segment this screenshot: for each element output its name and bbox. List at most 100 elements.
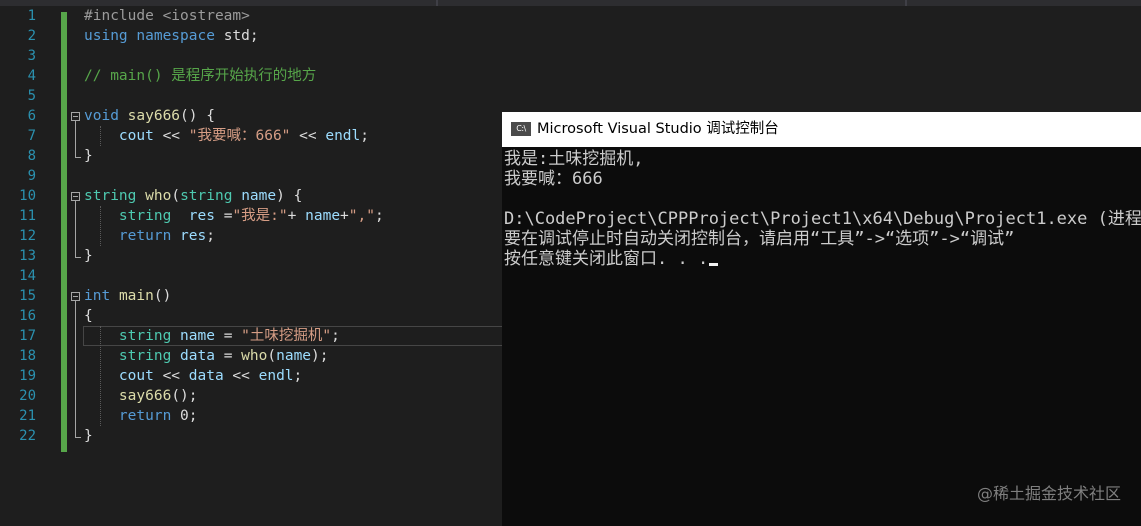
code-token: "," bbox=[348, 208, 375, 224]
fold-end bbox=[75, 257, 81, 258]
code-token: ; bbox=[360, 128, 369, 144]
watermark: @稀土掘金技术社区 bbox=[976, 484, 1121, 503]
code-token: "土味挖掘机" bbox=[241, 328, 332, 344]
code-token: who bbox=[145, 188, 172, 204]
code-token: ( bbox=[171, 188, 181, 204]
code-token: data bbox=[180, 348, 215, 364]
collapse-who-icon[interactable] bbox=[71, 192, 80, 201]
code-token: } bbox=[84, 248, 93, 264]
code-text: string name = "土味挖掘机"; bbox=[84, 326, 340, 346]
code-text: // main() 是程序开始执行的地方 bbox=[84, 66, 316, 86]
code-token: // main() 是程序开始执行的地方 bbox=[84, 68, 317, 84]
code-token: ) { bbox=[276, 188, 303, 204]
code-token: } bbox=[84, 148, 93, 164]
code-token: name bbox=[305, 208, 341, 224]
code-line: 4 // main() 是程序开始执行的地方 bbox=[0, 66, 1141, 86]
code-text: return 0; bbox=[84, 406, 198, 426]
code-token: int bbox=[84, 288, 111, 304]
line-number: 15 bbox=[19, 288, 36, 304]
collapse-main-icon[interactable] bbox=[71, 292, 80, 301]
code-token: string bbox=[84, 188, 137, 204]
code-token: << bbox=[153, 368, 189, 384]
code-token: res bbox=[188, 208, 215, 224]
code-token: return bbox=[118, 228, 172, 244]
line-number: 10 bbox=[19, 188, 36, 204]
code-token: } bbox=[84, 428, 93, 444]
cursor-icon bbox=[709, 263, 719, 266]
console-output[interactable]: 我是:土味挖掘机, 我要喊：666 D:\CodeProject\CPPProj… bbox=[502, 147, 1141, 526]
line-number: 1 bbox=[27, 8, 36, 24]
code-text: { bbox=[84, 306, 93, 326]
code-text: string res ="我是:"+ name+","; bbox=[84, 206, 384, 226]
console-line: 我要喊：666 bbox=[504, 169, 603, 189]
code-token: endl bbox=[258, 368, 294, 384]
code-token: ; bbox=[293, 368, 303, 384]
code-token: { bbox=[84, 308, 93, 324]
line-number: 2 bbox=[27, 28, 36, 44]
code-token: () bbox=[153, 288, 172, 304]
code-text: #include <iostream> bbox=[84, 6, 250, 26]
code-token: string bbox=[118, 348, 172, 364]
code-token: using bbox=[84, 28, 128, 44]
fold-guide bbox=[75, 301, 76, 437]
console-line: 我是:土味挖掘机, bbox=[504, 149, 644, 169]
line-number: 17 bbox=[19, 328, 36, 344]
code-text: string data = who(name); bbox=[84, 346, 329, 366]
code-token: ); bbox=[311, 348, 329, 364]
line-number: 20 bbox=[19, 388, 36, 404]
code-line: 1 #include <iostream> bbox=[0, 6, 1141, 26]
code-text: string who(string name) { bbox=[84, 186, 302, 206]
console-line: 要在调试停止时自动关闭控制台，请启用“工具”->“选项”->“调试” bbox=[504, 229, 1015, 249]
line-number: 21 bbox=[19, 408, 36, 424]
line-number: 14 bbox=[19, 268, 36, 284]
collapse-say666-icon[interactable] bbox=[71, 112, 80, 121]
code-token: << bbox=[153, 128, 189, 144]
line-number: 5 bbox=[27, 88, 36, 104]
code-text: int main() bbox=[84, 286, 171, 306]
code-token: name bbox=[180, 328, 215, 344]
line-number: 19 bbox=[19, 368, 36, 384]
code-token: main bbox=[118, 288, 154, 304]
console-titlebar[interactable]: C:\ Microsoft Visual Studio 调试控制台 bbox=[502, 112, 1141, 147]
code-token: cout bbox=[118, 368, 154, 384]
code-text: cout << "我要喊：666" << endl; bbox=[84, 126, 369, 146]
code-token: say666 bbox=[127, 108, 181, 124]
code-line: 3 bbox=[0, 46, 1141, 66]
code-token: (); bbox=[171, 388, 198, 404]
code-token: 0; bbox=[171, 408, 198, 424]
line-number: 8 bbox=[27, 148, 36, 164]
line-number: 18 bbox=[19, 348, 36, 364]
code-token: ; bbox=[331, 328, 340, 344]
line-number: 12 bbox=[19, 228, 36, 244]
line-number: 3 bbox=[27, 48, 36, 64]
code-token: string bbox=[180, 188, 233, 204]
line-number: 13 bbox=[19, 248, 36, 264]
code-token: say666 bbox=[118, 388, 172, 404]
code-token: #include <iostream> bbox=[84, 8, 250, 24]
code-text: return res; bbox=[84, 226, 215, 246]
console-app-icon: C:\ bbox=[511, 122, 531, 136]
code-token: data bbox=[188, 368, 224, 384]
code-token: << bbox=[290, 128, 326, 144]
code-text: void say666() { bbox=[84, 106, 215, 126]
code-token: return bbox=[118, 408, 172, 424]
indent-guide bbox=[100, 326, 101, 426]
code-line: 2 using namespace std; bbox=[0, 26, 1141, 46]
console-line-last: 按任意键关闭此窗口. . . bbox=[504, 249, 719, 269]
console-line-text: 按任意键关闭此窗口. . . bbox=[504, 249, 709, 269]
code-token: string bbox=[118, 208, 172, 224]
code-token: ; bbox=[206, 228, 215, 244]
debug-console-window[interactable]: C:\ Microsoft Visual Studio 调试控制台 我是:土味挖… bbox=[502, 112, 1141, 526]
code-token: namespace bbox=[136, 28, 215, 44]
code-token: + bbox=[287, 208, 306, 224]
code-token: res bbox=[180, 228, 207, 244]
code-text: } bbox=[84, 426, 93, 446]
line-number: 9 bbox=[27, 168, 36, 184]
code-text: say666(); bbox=[84, 386, 198, 406]
